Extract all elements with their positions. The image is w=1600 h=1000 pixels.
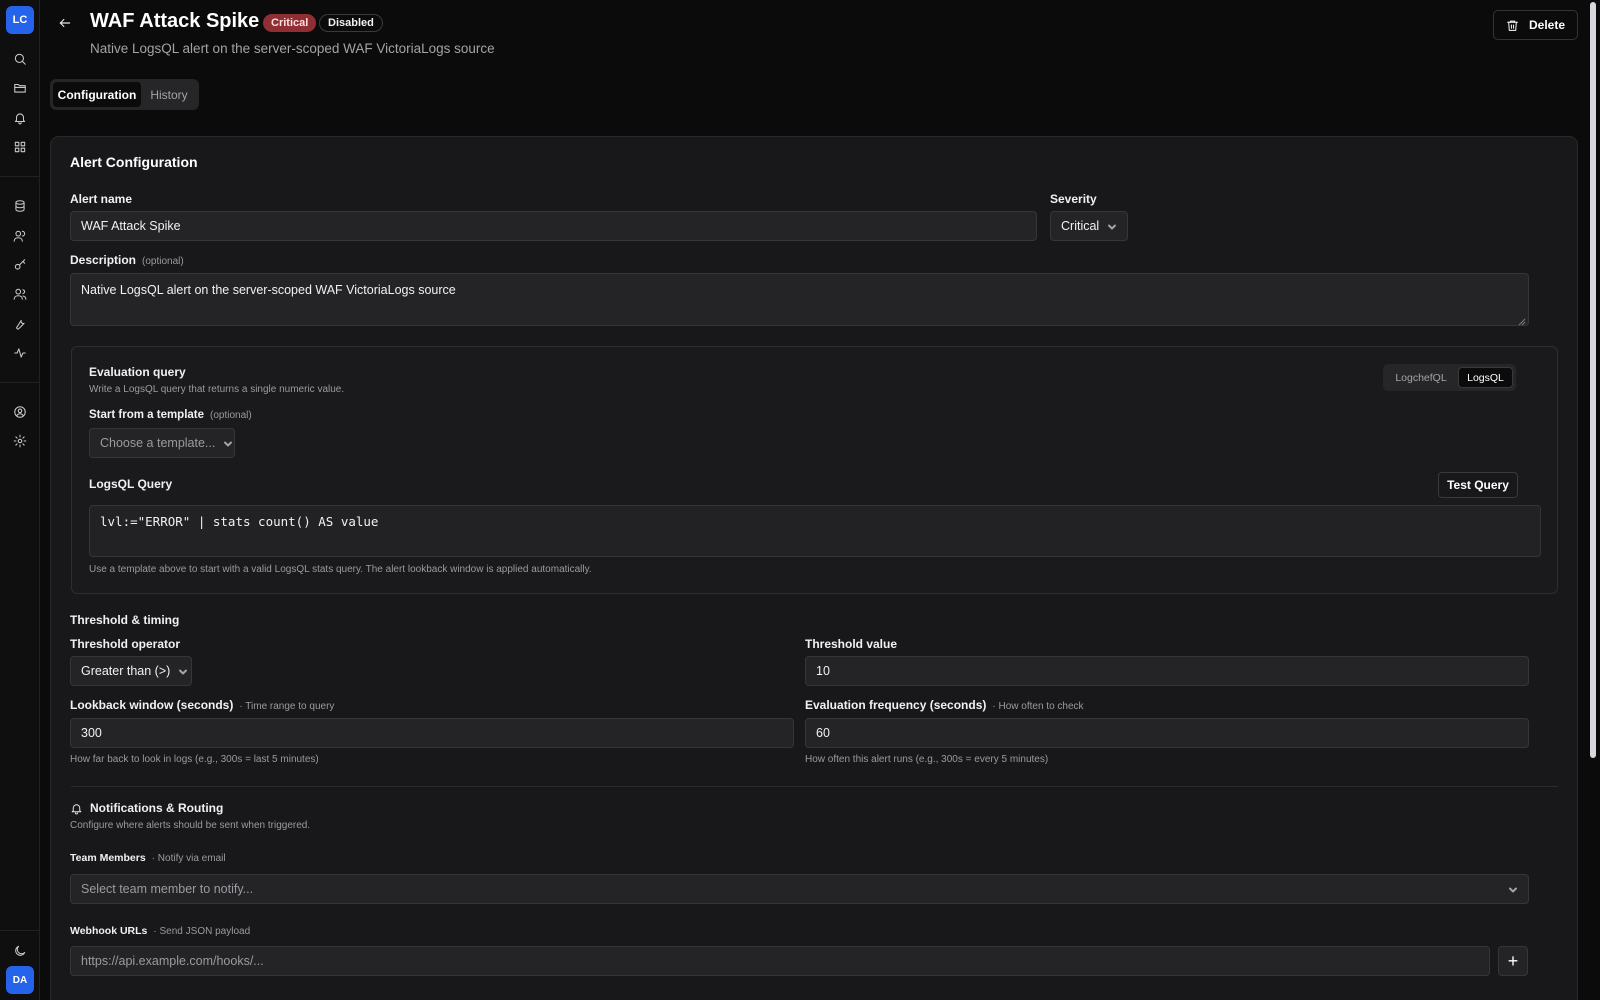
user-circle-icon[interactable] [10,402,30,422]
section-divider [71,786,1558,787]
description-textarea[interactable]: Native LogsQL alert on the server-scoped… [70,273,1529,326]
threshold-operator-select[interactable]: Greater than (>) [70,656,192,686]
threshold-operator-value: Greater than (>) [81,664,171,678]
team-icon[interactable] [10,284,30,304]
frequency-label: Evaluation frequency (seconds) · How ofte… [805,698,1084,712]
team-members-label-text: Team Members [70,852,146,864]
frequency-label-text: Evaluation frequency (seconds) [805,698,987,712]
tab-history[interactable]: History [143,82,195,107]
lookback-label: Lookback window (seconds) · Time range to… [70,698,334,712]
lookback-hint: · Time range to query [239,701,335,712]
template-label: Start from a template (optional) [89,409,252,421]
scrollbar-thumb[interactable] [1590,2,1596,758]
dashboard-icon[interactable] [10,137,30,157]
plus-icon: + [1507,950,1519,971]
team-member-placeholder: Select team member to notify... [81,882,254,896]
notifications-title: Notifications & Routing [90,801,224,815]
frequency-help: How often this alert runs (e.g., 300s = … [805,754,1049,765]
alert-configuration-card: Alert Configuration Alert name WAF Attac… [50,136,1578,1000]
page-title: WAF Attack Spike [90,10,260,32]
language-option-logsql[interactable]: LogsQL [1458,367,1513,388]
template-select[interactable]: Choose a template... [89,428,235,458]
team-members-hint: · Notify via email [151,853,226,864]
query-input-label: LogsQL Query [89,477,173,491]
sidebar-divider [0,382,40,383]
chevron-down-icon [178,666,188,676]
lookback-input[interactable]: 300 [70,718,794,748]
frequency-hint: · How often to check [992,701,1084,712]
moon-icon[interactable] [10,941,30,961]
app-root: LC DA WAF Attack Spike Critical Disabled… [0,0,1600,1000]
query-subtitle: Write a LogsQL query that returns a sing… [89,384,345,395]
delete-button[interactable]: Delete [1493,10,1578,40]
threshold-value-label: Threshold value [805,637,898,651]
optional-tag: (optional) [142,256,184,267]
chevron-down-icon [1107,221,1117,231]
key-icon[interactable] [10,255,30,275]
threshold-section-title: Threshold & timing [70,613,180,627]
add-webhook-button[interactable]: + [1498,946,1528,976]
query-editor[interactable]: lvl:="ERROR" | stats count() AS value [89,505,1541,557]
chevron-down-icon [1508,884,1518,894]
trash-icon [1506,19,1519,32]
optional-tag: (optional) [210,410,252,421]
query-title: Evaluation query [89,365,186,379]
threshold-value-input[interactable]: 10 [805,656,1529,686]
page-subtitle: Native LogsQL alert on the server-scoped… [90,41,495,56]
webhook-url-input[interactable]: https://api.example.com/hooks/... [70,946,1490,976]
bell-icon[interactable] [10,108,30,128]
test-query-button[interactable]: Test Query [1438,472,1518,498]
severity-label: Severity [1050,192,1097,206]
back-button[interactable] [56,14,74,32]
alert-name-label: Alert name [70,192,133,206]
description-label-text: Description [70,253,137,267]
bell-icon [70,802,83,815]
users-icon[interactable] [10,226,30,246]
team-member-select[interactable]: Select team member to notify... [70,874,1529,904]
chevron-down-icon [223,438,233,448]
description-label: Description (optional) [70,253,184,267]
frequency-input[interactable]: 60 [805,718,1529,748]
resize-handle-icon[interactable] [1518,315,1526,326]
query-language-toggle: LogchefQL LogsQL [1383,364,1516,391]
severity-value: Critical [1061,219,1100,233]
activity-icon[interactable] [10,343,30,363]
delete-label: Delete [1528,18,1566,32]
page-scrollbar[interactable] [1586,0,1600,1000]
lookback-help: How far back to look in logs (e.g., 300s… [70,754,319,765]
status-badge: Disabled [319,14,383,32]
threshold-operator-label: Threshold operator [70,637,181,651]
evaluation-query-panel: Evaluation query Write a LogsQL query th… [71,346,1558,594]
severity-select[interactable]: Critical [1050,211,1128,241]
tab-configuration[interactable]: Configuration [53,82,141,107]
query-help-text: Use a template above to start with a val… [89,564,592,575]
app-logo[interactable]: LC [6,6,34,34]
search-icon[interactable] [10,49,30,69]
arrow-left-icon [58,16,72,30]
wrench-icon[interactable] [10,314,30,334]
webhook-hint: · Send JSON payload [153,926,251,937]
tab-bar: Configuration History [50,79,199,110]
description-value: Native LogsQL alert on the server-scoped… [81,283,456,297]
webhook-label-text: Webhook URLs [70,925,148,937]
notifications-header: Notifications & Routing [70,801,223,815]
lookback-label-text: Lookback window (seconds) [70,698,234,712]
alert-name-input[interactable]: WAF Attack Spike [70,211,1037,241]
settings-icon[interactable] [10,431,30,451]
template-label-text: Start from a template [89,409,205,421]
sidebar-divider [0,930,40,931]
sidebar: LC DA [0,0,40,1000]
language-option-logchefql[interactable]: LogchefQL [1386,367,1456,388]
template-placeholder: Choose a template... [100,436,216,450]
notifications-subtitle: Configure where alerts should be sent wh… [70,820,311,831]
folder-icon[interactable] [10,78,30,98]
webhook-label: Webhook URLs · Send JSON payload [70,925,250,937]
sidebar-divider [0,176,40,177]
severity-badge: Critical [263,14,317,32]
user-avatar[interactable]: DA [6,966,34,994]
section-title: Alert Configuration [70,154,198,170]
team-members-label: Team Members · Notify via email [70,852,226,864]
database-icon[interactable] [10,196,30,216]
